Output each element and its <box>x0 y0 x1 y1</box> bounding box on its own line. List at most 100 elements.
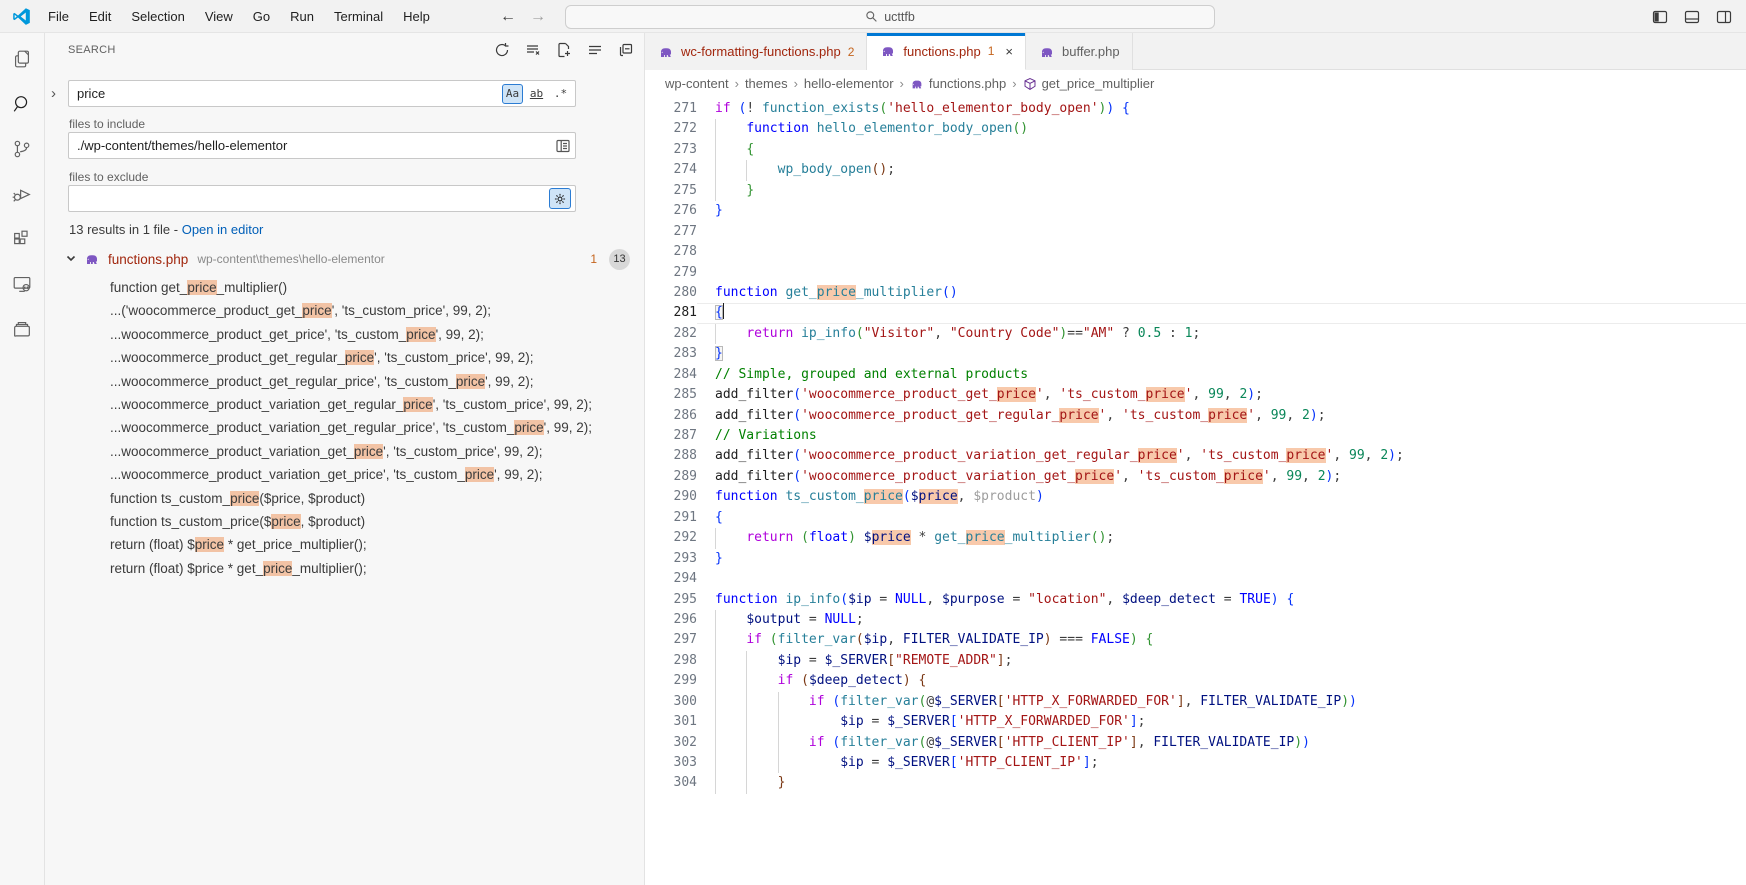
code-line-285[interactable]: 285 add_filter('woocommerce_product_get_p… <box>645 385 1746 405</box>
breadcrumb-item[interactable]: hello-elementor <box>804 76 894 91</box>
toggle-replace-chevron-icon[interactable]: › <box>51 85 56 102</box>
code-line-290[interactable]: 290 function ts_custom_price($price, $pro… <box>645 487 1746 507</box>
run-debug-icon[interactable] <box>4 176 40 212</box>
code-line-280[interactable]: 280 function get_price_multiplier() <box>645 283 1746 303</box>
source-control-icon[interactable] <box>4 131 40 167</box>
code-line-277[interactable]: 277 <box>645 222 1746 242</box>
code-line-291[interactable]: 291 { <box>645 508 1746 528</box>
toggle-panel-icon[interactable] <box>1684 9 1700 25</box>
toggle-sidebar-icon[interactable] <box>1652 9 1668 25</box>
toggle-secondary-sidebar-icon[interactable] <box>1716 9 1732 25</box>
match-count-badge: 13 <box>609 248 630 270</box>
result-line[interactable]: ...woocommerce_product_variation_get_reg… <box>45 416 644 439</box>
code-line-272[interactable]: 272 function hello_elementor_body_open() <box>645 119 1746 140</box>
search-query-input[interactable]: price Aa ab .* <box>68 80 576 107</box>
code-line-289[interactable]: 289 add_filter('woocommerce_product_varia… <box>645 467 1746 487</box>
result-line[interactable]: function ts_custom_price($price, $produc… <box>45 487 644 510</box>
code-line-271[interactable]: 271 if (! function_exists('hello_elemento… <box>645 99 1746 119</box>
code-line-301[interactable]: 301 $ip = $_SERVER['HTTP_X_FORWARDED_FOR… <box>645 712 1746 733</box>
code-line-288[interactable]: 288 add_filter('woocommerce_product_varia… <box>645 446 1746 466</box>
breadcrumb-item[interactable]: themes <box>745 76 788 91</box>
menu-selection[interactable]: Selection <box>121 5 194 29</box>
open-in-editor-link[interactable]: Open in editor <box>182 222 264 237</box>
new-search-editor-icon[interactable] <box>556 42 572 58</box>
explorer-icon[interactable] <box>4 41 40 77</box>
back-arrow-icon[interactable]: ← <box>500 8 516 26</box>
collapse-all-icon[interactable] <box>618 42 634 58</box>
code-line-283[interactable]: 283} <box>645 344 1746 364</box>
line-number: 277 <box>673 223 697 239</box>
code-line-279[interactable]: 279 <box>645 263 1746 283</box>
menu-file[interactable]: File <box>38 5 79 29</box>
regex-toggle[interactable]: .* <box>550 84 571 104</box>
code-line-278[interactable]: 278 <box>645 242 1746 262</box>
refresh-icon[interactable] <box>494 42 510 58</box>
menu-go[interactable]: Go <box>243 5 280 29</box>
code-line-284[interactable]: 284 // Simple, grouped and external produ… <box>645 365 1746 385</box>
code-line-300[interactable]: 300 if (filter_var(@$_SERVER['HTTP_X_FOR… <box>645 691 1746 713</box>
breadcrumb-item[interactable]: wp-content <box>665 76 729 91</box>
search-open-editors-icon[interactable] <box>555 138 571 154</box>
code-line-297[interactable]: 297 if (filter_var($ip, FILTER_VALIDATE_… <box>645 630 1746 651</box>
code-line-275[interactable]: 275 } <box>645 180 1746 202</box>
chevron-down-icon[interactable] <box>65 252 77 267</box>
result-line[interactable]: ...woocommerce_product_variation_get_reg… <box>45 393 644 416</box>
menu-help[interactable]: Help <box>393 5 440 29</box>
library-icon[interactable] <box>4 311 40 347</box>
extensions-icon[interactable] <box>4 221 40 257</box>
tab-functions.php[interactable]: functions.php 1 × <box>867 33 1026 70</box>
result-line[interactable]: ...woocommerce_product_get_price', 'ts_c… <box>45 323 644 346</box>
code-line-304[interactable]: 304 } <box>645 773 1746 794</box>
use-exclude-settings-toggle[interactable] <box>549 188 571 209</box>
code-line-302[interactable]: 302 if (filter_var(@$_SERVER['HTTP_CLIEN… <box>645 732 1746 753</box>
command-center-search[interactable]: ucttfb <box>565 4 1215 29</box>
close-tab-icon[interactable]: × <box>1005 44 1013 59</box>
breadcrumb-item[interactable]: functions.php <box>910 76 1006 91</box>
result-file-row[interactable]: functions.php wp-content\themes\hello-el… <box>45 247 644 271</box>
result-line[interactable]: function get_price_multiplier() <box>45 276 644 299</box>
remote-explorer-icon[interactable] <box>4 266 40 302</box>
tab-wc-formatting-functions.php[interactable]: wc-formatting-functions.php 2 <box>645 33 868 70</box>
files-to-exclude-input[interactable] <box>68 185 576 212</box>
menu-view[interactable]: View <box>195 5 243 29</box>
code-line-295[interactable]: 295 function ip_info($ip = NULL, $purpose… <box>645 590 1746 610</box>
code-editor[interactable]: 271 if (! function_exists('hello_elemento… <box>645 97 1746 794</box>
result-line[interactable]: ...woocommerce_product_variation_get_pri… <box>45 463 644 486</box>
code-line-303[interactable]: 303 $ip = $_SERVER['HTTP_CLIENT_IP']; <box>645 753 1746 774</box>
search-icon[interactable] <box>4 86 40 122</box>
code-line-273[interactable]: 273 { <box>645 139 1746 161</box>
code-line-281[interactable]: 281{ <box>645 303 1746 323</box>
code-line-276[interactable]: 276} <box>645 201 1746 221</box>
tab-buffer.php[interactable]: buffer.php <box>1026 33 1133 70</box>
result-line[interactable]: ...('woocommerce_product_get_price', 'ts… <box>45 299 644 322</box>
forward-arrow-icon[interactable]: → <box>530 8 546 26</box>
view-as-list-icon[interactable] <box>587 42 603 58</box>
code-line-294[interactable]: 294 <box>645 569 1746 589</box>
code-line-293[interactable]: 293} <box>645 549 1746 569</box>
whole-word-toggle[interactable]: ab <box>526 84 547 104</box>
result-line[interactable]: ...woocommerce_product_get_regular_price… <box>45 370 644 393</box>
line-content: add_filter('woocommerce_product_variatio… <box>715 468 1342 484</box>
code-line-298[interactable]: 298 $ip = $_SERVER["REMOTE_ADDR"]; <box>645 650 1746 672</box>
breadcrumb-item[interactable]: get_price_multiplier <box>1023 76 1154 91</box>
menu-edit[interactable]: Edit <box>79 5 121 29</box>
code-line-274[interactable]: 274 wp_body_open(); <box>645 160 1746 181</box>
result-line[interactable]: return (float) $price * get_price_multip… <box>45 533 644 556</box>
code-line-292[interactable]: 292 return (float) $price * get_price_mu… <box>645 528 1746 549</box>
code-line-299[interactable]: 299 if ($deep_detect) { <box>645 671 1746 692</box>
code-line-296[interactable]: 296 $output = NULL; <box>645 609 1746 631</box>
result-line[interactable]: ...woocommerce_product_get_regular_price… <box>45 346 644 369</box>
result-line[interactable]: function ts_custom_price($price, $produc… <box>45 510 644 533</box>
clear-results-icon[interactable] <box>525 42 541 58</box>
match-case-toggle[interactable]: Aa <box>502 83 523 104</box>
files-to-include-input[interactable]: ./wp-content/themes/hello-elementor <box>68 132 576 159</box>
indent-guide <box>777 691 779 713</box>
line-content: { <box>715 509 723 525</box>
code-line-287[interactable]: 287 // Variations <box>645 426 1746 446</box>
code-line-286[interactable]: 286 add_filter('woocommerce_product_get_r… <box>645 406 1746 426</box>
result-line[interactable]: return (float) $price * get_price_multip… <box>45 557 644 580</box>
result-line[interactable]: ...woocommerce_product_variation_get_pri… <box>45 440 644 463</box>
menu-terminal[interactable]: Terminal <box>324 5 393 29</box>
code-line-282[interactable]: 282 return ip_info("Visitor", "Country C… <box>645 323 1746 345</box>
menu-run[interactable]: Run <box>280 5 324 29</box>
